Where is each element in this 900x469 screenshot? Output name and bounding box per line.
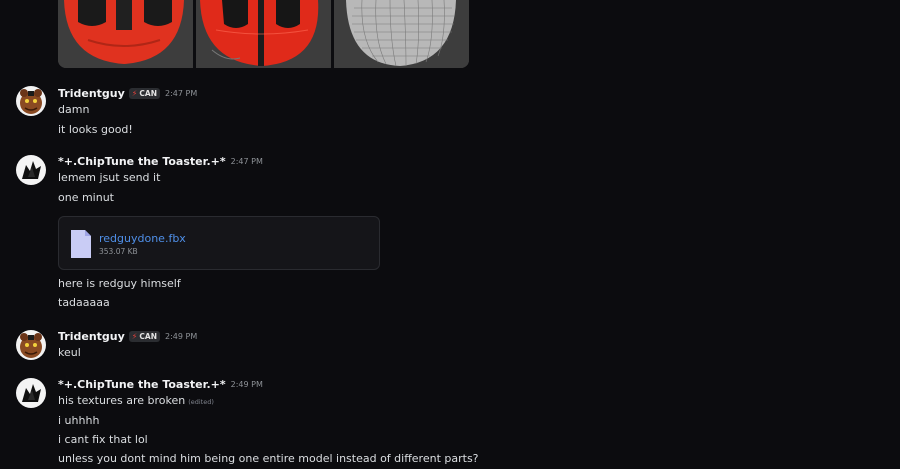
file-size: 353.07 KB bbox=[99, 247, 138, 256]
model-render-image-1[interactable] bbox=[58, 0, 193, 68]
file-attachment[interactable]: redguydone.fbx 353.07 KB bbox=[58, 216, 380, 270]
bolt-icon: ⚡ bbox=[131, 89, 138, 98]
message-text: tadaaaaa bbox=[58, 296, 110, 309]
message-text: here is redguy himself bbox=[58, 277, 181, 290]
message-header: Tridentguy ⚡ CAN 2:49 PM bbox=[58, 330, 197, 343]
timestamp: 2:49 PM bbox=[230, 380, 263, 389]
message-header: *+.ChipTune the Toaster.+* 2:49 PM bbox=[58, 378, 263, 391]
server-tag-label: CAN bbox=[139, 332, 158, 341]
model-render-image-2[interactable] bbox=[196, 0, 331, 68]
username[interactable]: Tridentguy bbox=[58, 330, 125, 343]
file-name-link[interactable]: redguydone.fbx bbox=[99, 232, 186, 245]
timestamp: 2:47 PM bbox=[165, 89, 198, 98]
message-text: it looks good! bbox=[58, 123, 133, 136]
username[interactable]: *+.ChipTune the Toaster.+* bbox=[58, 378, 226, 391]
message-header: *+.ChipTune the Toaster.+* 2:47 PM bbox=[58, 155, 263, 168]
model-wireframe-image[interactable] bbox=[334, 0, 469, 68]
timestamp: 2:49 PM bbox=[165, 332, 198, 341]
edited-label: (edited) bbox=[188, 398, 214, 406]
message-text: damn bbox=[58, 103, 90, 116]
message-text: his textures are broken (edited) bbox=[58, 394, 214, 407]
avatar[interactable] bbox=[16, 330, 46, 360]
bolt-icon: ⚡ bbox=[131, 332, 138, 341]
message-header: Tridentguy ⚡ CAN 2:47 PM bbox=[58, 87, 197, 100]
username[interactable]: *+.ChipTune the Toaster.+* bbox=[58, 155, 226, 168]
server-tag-badge[interactable]: ⚡ CAN bbox=[128, 331, 161, 342]
server-tag-badge[interactable]: ⚡ CAN bbox=[128, 88, 161, 99]
avatar[interactable] bbox=[16, 378, 46, 408]
message-text: one minut bbox=[58, 191, 114, 204]
timestamp: 2:47 PM bbox=[230, 157, 263, 166]
message-text: i uhhhh bbox=[58, 414, 100, 427]
file-icon bbox=[71, 230, 91, 258]
message-text: i cant fix that lol bbox=[58, 433, 148, 446]
message-text: lemem jsut send it bbox=[58, 171, 161, 184]
avatar[interactable] bbox=[16, 155, 46, 185]
message-text: keul bbox=[58, 346, 81, 359]
message-text: unless you dont mind him being one entir… bbox=[58, 452, 479, 465]
username[interactable]: Tridentguy bbox=[58, 87, 125, 100]
server-tag-label: CAN bbox=[139, 89, 158, 98]
message-text-content: his textures are broken bbox=[58, 394, 186, 407]
avatar[interactable] bbox=[16, 86, 46, 116]
